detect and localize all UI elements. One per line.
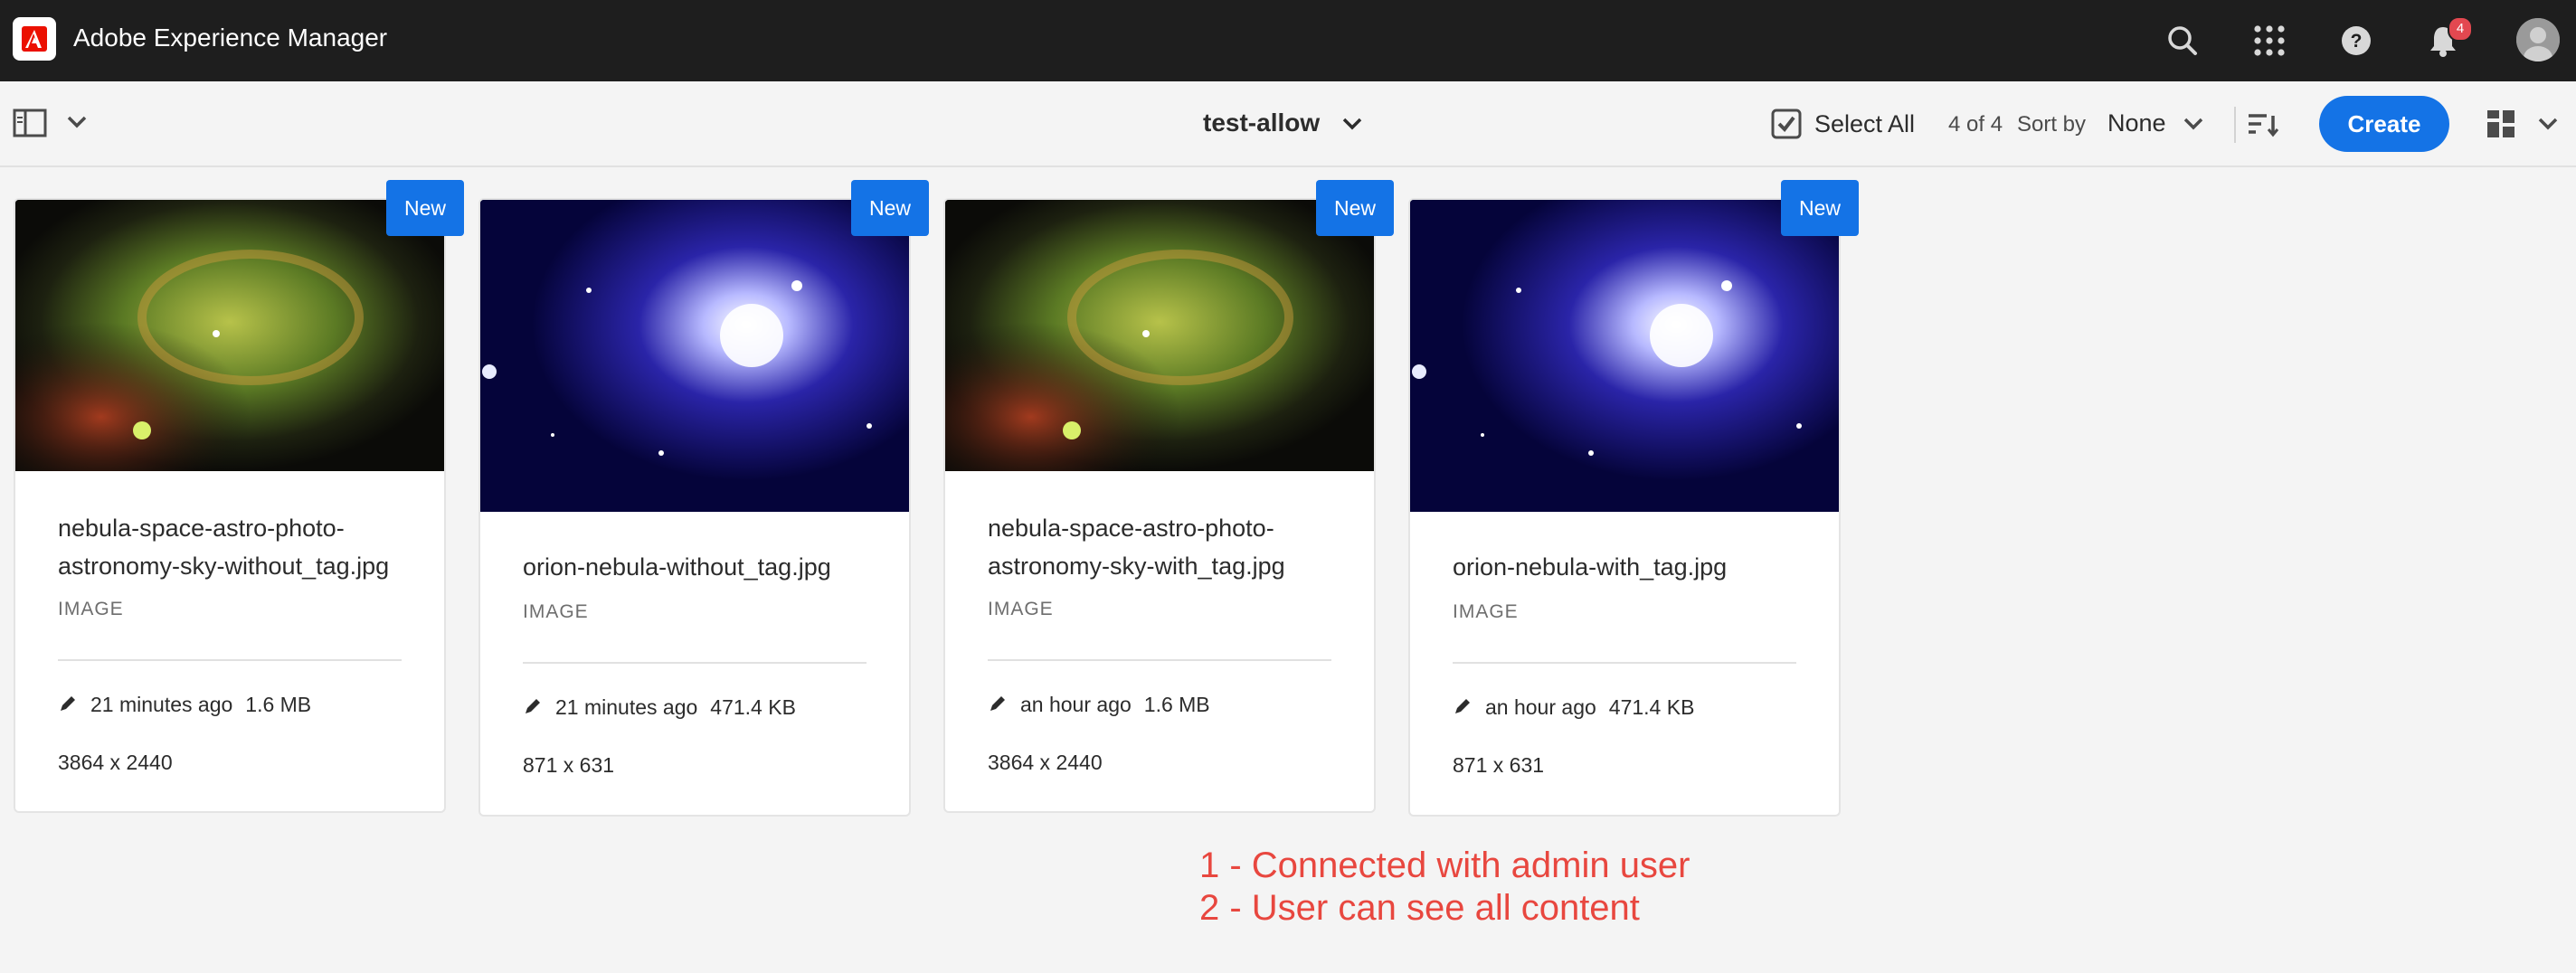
asset-meta: an hour ago 1.6 MB xyxy=(988,693,1210,719)
search-icon[interactable] xyxy=(2160,18,2205,63)
modified-time: 21 minutes ago xyxy=(90,693,233,716)
create-button[interactable]: Create xyxy=(2319,96,2449,152)
pencil-icon xyxy=(58,694,78,719)
chevron-down-icon[interactable] xyxy=(2182,114,2205,138)
divider xyxy=(58,659,402,661)
pencil-icon xyxy=(988,694,1008,719)
adobe-logo[interactable] xyxy=(13,17,56,61)
action-bar: test-allow Select All 4 of 4 Sort by Non… xyxy=(0,81,2576,167)
asset-title[interactable]: orion-nebula-without_tag.jpg xyxy=(523,548,885,586)
modified-time: 21 minutes ago xyxy=(555,695,698,719)
checkbox-icon[interactable] xyxy=(1771,109,1802,144)
svg-text:?: ? xyxy=(2351,31,2363,52)
asset-card[interactable]: New orion-nebula-without_tag.jpg IMAGE 2… xyxy=(478,180,929,817)
new-badge: New xyxy=(1781,180,1859,236)
asset-card[interactable]: New orion-nebula-with_tag.jpg IMAGE an h… xyxy=(1408,180,1859,817)
apps-grid-icon[interactable] xyxy=(2247,18,2292,63)
sort-by-label: Sort by xyxy=(2017,112,2087,137)
new-badge: New xyxy=(1316,180,1394,236)
asset-card[interactable]: New nebula-space-astro-photo-astronomy-s… xyxy=(14,180,464,813)
asset-dimensions: 871 x 631 xyxy=(1453,753,1545,777)
app-title[interactable]: Adobe Experience Manager xyxy=(73,23,387,53)
asset-type: IMAGE xyxy=(988,599,1054,619)
asset-title[interactable]: nebula-space-astro-photo-astronomy-sky-w… xyxy=(58,509,420,585)
asset-thumbnail[interactable] xyxy=(945,200,1374,471)
select-all-button[interactable]: Select All xyxy=(1814,110,1915,138)
annotation-line: 1 - Connected with admin user xyxy=(1199,845,1690,885)
chevron-down-icon[interactable] xyxy=(1340,114,1364,138)
divider xyxy=(1453,662,1796,664)
asset-title[interactable]: nebula-space-astro-photo-astronomy-sky-w… xyxy=(988,509,1350,585)
card-view-icon[interactable] xyxy=(2486,109,2518,146)
new-badge: New xyxy=(386,180,464,236)
sort-select[interactable]: None xyxy=(2107,109,2166,137)
folder-title[interactable]: test-allow xyxy=(1203,109,1320,137)
divider xyxy=(988,659,1331,661)
asset-dimensions: 3864 x 2440 xyxy=(988,751,1103,774)
annotation-text: 1 - Connected with admin user 2 - User c… xyxy=(1199,845,1690,930)
pencil-icon xyxy=(1453,696,1473,722)
shell-header: Adobe Experience Manager ? 4 xyxy=(0,0,2576,81)
help-icon[interactable]: ? xyxy=(2334,18,2379,63)
file-size: 1.6 MB xyxy=(1143,693,1210,716)
asset-meta: 21 minutes ago 471.4 KB xyxy=(523,695,796,722)
chevron-down-icon[interactable] xyxy=(65,112,89,137)
asset-thumbnail[interactable] xyxy=(1410,200,1839,512)
annotation-line: 2 - User can see all content xyxy=(1199,888,1640,928)
divider xyxy=(523,662,867,664)
asset-title[interactable]: orion-nebula-with_tag.jpg xyxy=(1453,548,1814,586)
chevron-down-icon[interactable] xyxy=(2536,114,2560,138)
item-count: 4 of 4 xyxy=(1948,112,2003,137)
asset-card[interactable]: New nebula-space-astro-photo-astronomy-s… xyxy=(943,180,1394,813)
modified-time: an hour ago xyxy=(1020,693,1132,716)
file-size: 1.6 MB xyxy=(245,693,312,716)
asset-meta: an hour ago 471.4 KB xyxy=(1453,695,1694,722)
asset-type: IMAGE xyxy=(58,599,124,619)
file-size: 471.4 KB xyxy=(710,695,796,719)
asset-dimensions: 871 x 631 xyxy=(523,753,615,777)
notification-count-badge: 4 xyxy=(2448,16,2473,42)
asset-meta: 21 minutes ago 1.6 MB xyxy=(58,693,311,719)
file-size: 471.4 KB xyxy=(1608,695,1695,719)
pencil-icon xyxy=(523,696,543,722)
asset-type: IMAGE xyxy=(1453,601,1519,622)
divider xyxy=(2234,107,2236,143)
asset-thumbnail[interactable] xyxy=(15,200,444,471)
avatar[interactable] xyxy=(2516,18,2560,61)
asset-dimensions: 3864 x 2440 xyxy=(58,751,173,774)
modified-time: an hour ago xyxy=(1485,695,1596,719)
asset-thumbnail[interactable] xyxy=(480,200,909,512)
asset-type: IMAGE xyxy=(523,601,589,622)
new-badge: New xyxy=(851,180,929,236)
rail-toggle-icon[interactable] xyxy=(13,107,49,144)
sort-order-icon[interactable] xyxy=(2247,110,2279,144)
